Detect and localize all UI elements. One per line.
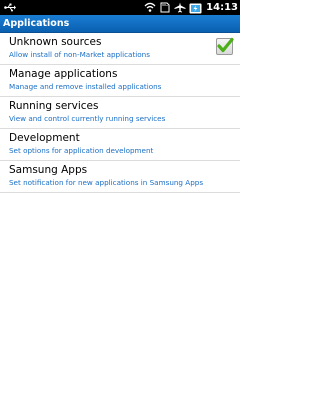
setting-summary: View and control currently running servi…	[9, 114, 166, 123]
setting-summary: Allow install of non-Market applications	[9, 50, 150, 59]
status-bar: 14:13	[0, 0, 240, 15]
settings-list: Unknown sources Allow install of non-Mar…	[0, 33, 240, 193]
setting-label: Unknown sources	[9, 36, 102, 48]
setting-manage-applications[interactable]: Manage applications Manage and remove in…	[0, 65, 240, 97]
setting-label: Samsung Apps	[9, 164, 88, 176]
unknown-sources-checkbox[interactable]	[216, 37, 234, 55]
status-icons: 14:13	[144, 0, 238, 15]
setting-summary: Manage and remove installed applications	[9, 82, 162, 91]
sd-card-icon	[160, 2, 170, 13]
battery-icon	[189, 3, 202, 13]
title-bar: Applications	[0, 15, 240, 33]
usb-icon	[4, 3, 16, 12]
wifi-icon	[144, 2, 156, 12]
setting-samsung-apps[interactable]: Samsung Apps Set notification for new ap…	[0, 161, 240, 193]
setting-label: Running services	[9, 100, 99, 112]
setting-summary: Set options for application development	[9, 146, 154, 155]
setting-running-services[interactable]: Running services View and control curren…	[0, 97, 240, 129]
setting-development[interactable]: Development Set options for application …	[0, 129, 240, 161]
airplane-mode-icon	[174, 2, 186, 13]
setting-unknown-sources[interactable]: Unknown sources Allow install of non-Mar…	[0, 33, 240, 65]
status-time: 14:13	[206, 2, 238, 13]
checkmark-icon	[217, 37, 234, 53]
setting-label: Manage applications	[9, 68, 118, 80]
page-title: Applications	[3, 18, 70, 29]
setting-label: Development	[9, 132, 80, 144]
setting-summary: Set notification for new applications in…	[9, 178, 204, 187]
